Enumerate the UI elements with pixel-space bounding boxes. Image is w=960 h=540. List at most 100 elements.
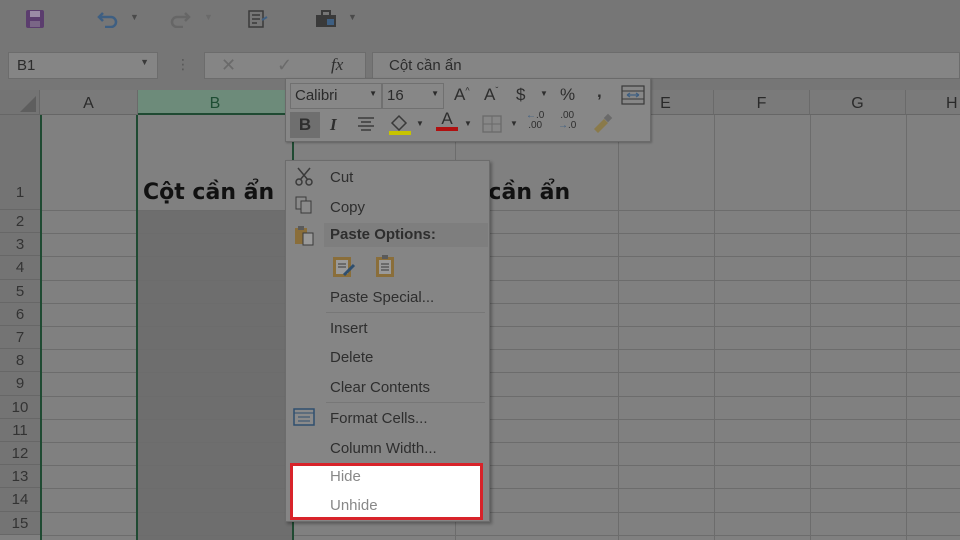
row-header-4[interactable]: 4 [0,256,40,280]
center-align-button[interactable] [356,115,376,136]
form-icon[interactable] [246,8,270,30]
row-gridline [40,396,960,397]
column-header-h[interactable]: H [906,90,960,115]
row-header-6[interactable]: 6 [0,303,40,326]
cell-b1-text: Cột cần ẩn [143,180,275,205]
column-header-a[interactable]: A [40,90,138,115]
redo-icon[interactable] [168,8,192,30]
row-gridline [40,535,960,536]
row-header-8[interactable]: 8 [0,349,40,372]
name-box[interactable]: B1 ▼ [8,52,158,79]
paste-icon [292,224,316,246]
insert-function-icon[interactable]: fx [331,55,343,75]
wrap-merge-button[interactable] [621,85,645,110]
menu-item-format-cells[interactable]: Format Cells... [330,410,428,427]
copy-icon [292,194,316,216]
row-header-5[interactable]: 5 [0,280,40,303]
row-header-9[interactable]: 9 [0,372,40,396]
row-header-14[interactable]: 14 [0,488,40,512]
format-painter-icon[interactable] [590,113,614,138]
column-header-f[interactable]: F [714,90,810,115]
currency-button[interactable]: $ [516,85,525,105]
italic-button[interactable]: I [330,115,337,135]
format-cells-icon [292,406,316,428]
font-name-value: Calibri [295,87,338,104]
name-box-dropdown-icon[interactable]: ▼ [140,57,149,67]
scissors-icon [292,165,316,187]
row-header-13[interactable]: 13 [0,465,40,488]
formula-buttons: ✕ ✓ fx [204,52,366,79]
decrease-decimal-button[interactable]: .00 →.0 [558,111,576,131]
row-gridline [40,256,960,257]
row-gridline [40,419,960,420]
paste-values-icon[interactable] [372,253,398,284]
column-header-b[interactable]: B [138,90,293,115]
row-gridline [40,372,960,373]
shrink-font-button[interactable]: Aˇ [484,85,498,105]
row-gridline [40,488,960,489]
menu-item-copy[interactable]: Copy [330,199,365,216]
hide-unhide-highlight [290,463,483,520]
menu-item-insert-label: Insert [330,320,368,337]
formula-input[interactable]: Cột cần ẩn [372,52,960,79]
fill-color-button[interactable] [386,111,412,140]
menu-item-delete[interactable]: Delete [330,349,373,366]
paste-keep-formatting-icon[interactable] [330,253,356,284]
formula-bar-grip-icon[interactable]: ⋮ [176,56,190,73]
column-header-g[interactable]: G [810,90,906,115]
row-header-10[interactable]: 10 [0,396,40,419]
menu-item-delete-label: Delete [330,349,374,366]
bold-button[interactable]: B [290,112,320,138]
font-name-select[interactable]: Calibri ▼ [290,83,382,109]
row-header-11[interactable]: 11 [0,419,40,442]
comma-style-button[interactable]: , [597,82,602,102]
font-color-dropdown-icon[interactable]: ▼ [464,119,472,128]
grow-font-icon: A [454,85,466,104]
row-gridline [40,349,960,350]
font-color-icon: A [441,109,453,128]
row-header-15[interactable]: 15 [0,512,40,535]
grow-font-button[interactable]: A^ [454,85,470,105]
menu-item-column-width-label: Column Width... [330,440,437,457]
row-gridline [40,280,960,281]
row-header-3[interactable]: 3 [0,233,40,256]
menu-item-clear-contents[interactable]: Clear Contents [330,379,430,396]
undo-dropdown-icon[interactable]: ▼ [130,12,139,22]
cancel-icon[interactable]: ✕ [221,55,236,76]
percent-button[interactable]: % [560,85,575,105]
menu-item-paste-special[interactable]: Paste Special... [330,289,434,306]
borders-button[interactable] [482,115,502,138]
undo-icon[interactable] [96,8,120,30]
enter-icon[interactable]: ✓ [277,55,292,76]
row-gridline [40,512,960,513]
menu-separator [326,312,485,313]
menu-item-paste-special-label: Paste Special... [330,289,435,306]
row-header-1[interactable]: 1 [0,115,40,210]
borders-dropdown-icon[interactable]: ▼ [510,119,518,128]
row-gridline [40,465,960,466]
name-box-value: B1 [17,57,36,74]
select-all-button[interactable] [0,90,40,115]
row-header-7[interactable]: 7 [0,326,40,349]
currency-dropdown-icon[interactable]: ▼ [540,89,548,98]
font-color-button[interactable]: A [436,109,458,131]
increase-decimal-label: .00 [528,120,543,131]
column-a-border [40,115,42,540]
toolbox-icon[interactable] [314,8,338,30]
menu-item-copy-label: Copy [330,199,366,216]
menu-item-unhide[interactable]: Unhide [330,497,378,514]
row-header-2[interactable]: 2 [0,210,40,233]
fill-color-dropdown-icon[interactable]: ▼ [416,119,424,128]
toolbox-dropdown-icon[interactable]: ▼ [348,12,357,22]
increase-decimal-button[interactable]: ←.0.00 [526,111,544,131]
mini-toolbar: Calibri ▼ 16 ▼ A^ Aˇ $ ▼ % , B I ▼ A ▼ ▼… [285,78,651,142]
menu-item-column-width[interactable]: Column Width... [330,440,437,457]
font-size-select[interactable]: 16 ▼ [382,83,444,109]
row-header-12[interactable]: 12 [0,442,40,465]
menu-item-insert[interactable]: Insert [330,320,368,337]
menu-item-hide[interactable]: Hide [330,468,361,485]
redo-dropdown-icon: ▼ [204,12,213,22]
column-gridline [714,115,715,540]
menu-item-cut[interactable]: Cut [330,169,353,186]
save-icon[interactable] [24,8,46,30]
